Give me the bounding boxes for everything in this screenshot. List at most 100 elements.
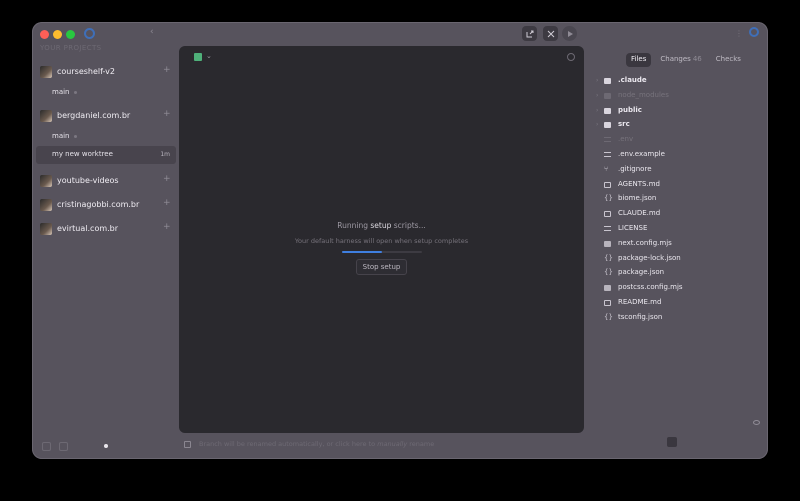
file-item[interactable]: LICENSE bbox=[596, 223, 766, 237]
eye-icon[interactable] bbox=[753, 420, 760, 425]
tab-checks[interactable]: Checks bbox=[711, 53, 746, 67]
file-item[interactable]: postcss.config.mjs bbox=[596, 282, 766, 296]
file-item[interactable]: {} package.json bbox=[596, 267, 766, 281]
json-file-icon: {} bbox=[604, 268, 613, 277]
project-name: bergdaniel.com.br bbox=[57, 111, 131, 120]
history-icon[interactable] bbox=[567, 53, 575, 61]
json-file-icon: {} bbox=[604, 194, 613, 203]
zoom-window-button[interactable] bbox=[66, 30, 75, 39]
file-name: .gitignore bbox=[618, 164, 652, 173]
file-item[interactable]: .env bbox=[596, 134, 766, 148]
tab-files[interactable]: Files bbox=[626, 53, 652, 67]
file-name: postcss.config.mjs bbox=[618, 283, 683, 292]
file-item[interactable]: AGENTS.md bbox=[596, 179, 766, 193]
add-project-icon[interactable] bbox=[59, 442, 68, 451]
terminal-tab-icon[interactable] bbox=[194, 53, 202, 61]
project-evirtual[interactable]: evirtual.com.br + bbox=[36, 221, 176, 241]
project-avatar bbox=[40, 110, 52, 122]
main-panel: ⌄ Running setup scripts... Your default … bbox=[179, 46, 584, 433]
file-name: package.json bbox=[618, 268, 665, 277]
file-item[interactable]: next.config.mjs bbox=[596, 238, 766, 252]
branch-age: 1m bbox=[160, 151, 170, 158]
progress-fill bbox=[341, 251, 382, 253]
branch-my-new-worktree[interactable]: my new worktree 1m bbox=[36, 146, 176, 164]
file-name: biome.json bbox=[618, 194, 657, 203]
file-item[interactable]: {} tsconfig.json bbox=[596, 312, 766, 326]
config-file-icon bbox=[604, 285, 611, 292]
add-worktree-button[interactable]: + bbox=[163, 109, 171, 119]
project-avatar bbox=[40, 175, 52, 187]
folder-icon bbox=[604, 78, 611, 84]
folder-item[interactable]: › public bbox=[596, 105, 766, 119]
close-window-button[interactable] bbox=[40, 30, 49, 39]
open-external-button[interactable] bbox=[522, 26, 537, 41]
file-item[interactable]: .env.example bbox=[596, 149, 766, 163]
status-dot-icon bbox=[73, 134, 77, 138]
git-branch-icon bbox=[184, 440, 191, 448]
app-logo-icon[interactable] bbox=[84, 28, 95, 39]
file-item[interactable]: README.md bbox=[596, 297, 766, 311]
file-name: README.md bbox=[618, 298, 662, 306]
account-icon[interactable] bbox=[749, 27, 759, 37]
run-button[interactable] bbox=[562, 26, 577, 41]
project-avatar bbox=[40, 223, 52, 235]
play-icon bbox=[567, 30, 573, 37]
rename-link[interactable]: manually bbox=[377, 440, 407, 448]
folder-item[interactable]: › src bbox=[596, 119, 766, 133]
external-link-icon bbox=[526, 30, 533, 37]
chevron-right-icon[interactable]: › bbox=[596, 77, 598, 84]
add-worktree-button[interactable]: + bbox=[163, 222, 171, 232]
folder-item[interactable]: › node_modules bbox=[596, 90, 766, 104]
project-courseshelf-v2[interactable]: courseshelf-v2 + bbox=[36, 64, 176, 84]
chevron-right-icon[interactable]: › bbox=[596, 92, 598, 99]
add-worktree-button[interactable]: + bbox=[163, 65, 171, 75]
markdown-file-icon bbox=[604, 181, 611, 188]
chevron-right-icon[interactable]: › bbox=[596, 121, 598, 128]
stop-setup-button[interactable]: Stop setup bbox=[355, 259, 408, 275]
file-item[interactable]: {} biome.json bbox=[596, 193, 766, 207]
branch-label: my new worktree bbox=[52, 150, 113, 158]
project-avatar bbox=[40, 66, 52, 78]
git-icon: ⑂ bbox=[604, 164, 609, 173]
file-name: .env bbox=[618, 135, 634, 144]
project-cristinagobbi[interactable]: cristinagobbi.com.br + bbox=[36, 197, 176, 217]
folder-icon bbox=[604, 107, 611, 114]
file-name: node_modules bbox=[618, 90, 669, 99]
folder-item[interactable]: › .claude bbox=[596, 75, 766, 89]
minimize-window-button[interactable] bbox=[53, 30, 62, 39]
status-dot-icon bbox=[73, 90, 77, 94]
add-worktree-button[interactable]: + bbox=[163, 198, 171, 208]
text-file-icon bbox=[604, 152, 611, 157]
branch-label: main bbox=[52, 132, 77, 140]
setup-progress-bar bbox=[341, 251, 422, 253]
file-name: next.config.mjs bbox=[618, 238, 672, 247]
file-item[interactable]: CLAUDE.md bbox=[596, 208, 766, 222]
branch-tools-button[interactable] bbox=[543, 26, 558, 41]
folder-icon bbox=[604, 122, 611, 129]
chevron-right-icon[interactable]: › bbox=[596, 107, 598, 114]
more-options-icon[interactable]: ⋮ bbox=[735, 29, 743, 38]
file-name: public bbox=[618, 105, 642, 114]
file-name: .env.example bbox=[618, 150, 665, 158]
project-youtube-videos[interactable]: youtube-videos + bbox=[36, 173, 176, 193]
config-file-icon bbox=[604, 240, 611, 247]
section-label: YOUR PROJECTS bbox=[40, 44, 102, 52]
settings-icon[interactable] bbox=[42, 442, 51, 451]
branch-action-button[interactable] bbox=[667, 437, 677, 447]
tab-changes[interactable]: Changes 46 bbox=[655, 53, 706, 67]
branch-main[interactable]: main bbox=[36, 84, 176, 102]
file-name: AGENTS.md bbox=[618, 179, 660, 188]
file-name: src bbox=[618, 120, 630, 129]
project-name: youtube-videos bbox=[57, 176, 119, 185]
project-bergdaniel[interactable]: bergdaniel.com.br + bbox=[36, 108, 176, 128]
file-item[interactable]: {} package-lock.json bbox=[596, 253, 766, 267]
file-name: tsconfig.json bbox=[618, 312, 663, 321]
back-chevron-icon[interactable]: ‹ bbox=[150, 27, 154, 37]
chevron-down-icon[interactable]: ⌄ bbox=[206, 52, 212, 60]
branch-main[interactable]: main bbox=[36, 128, 176, 146]
branch-rename-hint: Branch will be renamed automatically, or… bbox=[184, 440, 584, 452]
file-item[interactable]: ⑂ .gitignore bbox=[596, 164, 766, 178]
add-worktree-button[interactable]: + bbox=[163, 174, 171, 184]
branch-label: main bbox=[52, 88, 77, 96]
scissors-icon bbox=[547, 30, 554, 37]
